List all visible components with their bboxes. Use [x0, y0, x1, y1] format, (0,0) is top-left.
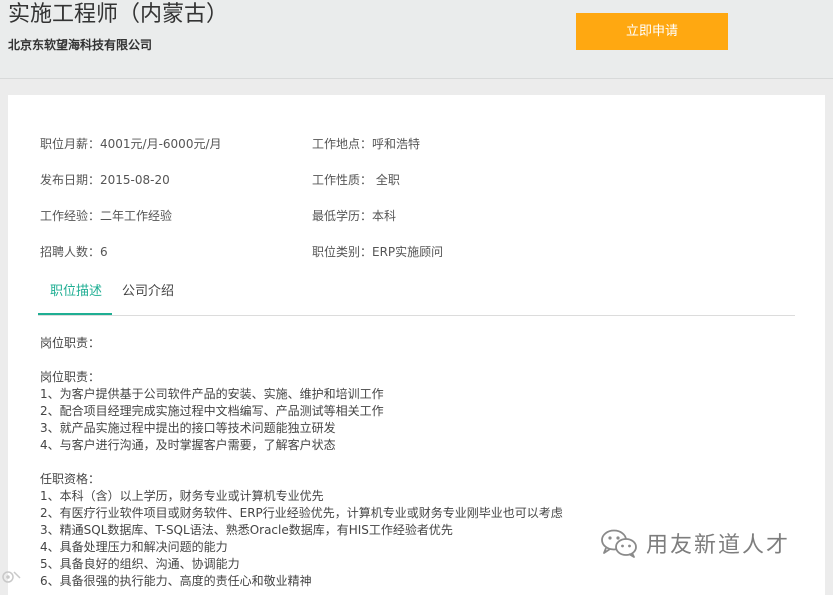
- corner-logo-icon: [2, 571, 21, 583]
- job-type-info: 工作性质： 全职: [312, 173, 400, 187]
- active-tab-indicator: [38, 313, 112, 315]
- location-info: 工作地点：呼和浩特: [312, 137, 421, 151]
- company-name[interactable]: 北京东软望海科技有限公司: [8, 37, 152, 53]
- salary-info: 职位月薪：4001元/月-6000元/月: [40, 137, 222, 151]
- publish-date-info: 发布日期：2015-08-20: [40, 173, 170, 187]
- watermark-text: 用友新道人才: [646, 533, 791, 558]
- job-title: 实施工程师（内蒙古）: [8, 2, 229, 27]
- headcount-info: 招聘人数：6: [40, 245, 108, 259]
- tab-job-description[interactable]: 职位描述: [50, 283, 102, 301]
- category-info[interactable]: 职位类别：ERP实施顾问: [312, 244, 443, 260]
- tab-company-intro[interactable]: 公司介绍: [122, 283, 174, 301]
- list-item: 3、精通SQL数据库、T-SQL语法、熟悉Oracle数据库，有HIS工作经验者…: [40, 523, 453, 537]
- list-item: 2、有医疗行业软件项目或财务软件、ERP行业经验优先，计算机专业或财务专业刚毕业…: [40, 506, 563, 520]
- watermark: 用友新道人才: [600, 525, 790, 561]
- experience-info: 工作经验：二年工作经验: [40, 209, 173, 223]
- job-detail-card: 职位月薪：4001元/月-6000元/月 工作地点：呼和浩特 发布日期：2015…: [8, 95, 825, 595]
- apply-button[interactable]: 立即申请: [576, 13, 728, 50]
- duties-title: 岗位职责：: [40, 370, 101, 384]
- detail-tabs: 职位描述 公司介绍: [38, 275, 795, 316]
- job-description: 岗位职责： 岗位职责： 1、为客户提供基于公司软件产品的安装、实施、维护和培训工…: [40, 335, 563, 590]
- requirements-title: 任职资格：: [40, 472, 101, 486]
- list-item: 1、为客户提供基于公司软件产品的安装、实施、维护和培训工作: [40, 387, 384, 401]
- education-info: 最低学历：本科: [312, 209, 397, 223]
- list-item: 5、具备良好的组织、沟通、协调能力: [40, 557, 240, 571]
- list-item: 4、与客户进行沟通，及时掌握客户需要，了解客户状态: [40, 438, 336, 452]
- list-item: 6、具备很强的执行能力、高度的责任心和敬业精神: [40, 574, 312, 588]
- job-header: 实施工程师（内蒙古） 北京东软望海科技有限公司 立即申请: [0, 0, 833, 79]
- list-item: 3、就产品实施过程中提出的接口等技术问题能独立研发: [40, 421, 336, 435]
- list-item: 2、配合项目经理完成实施过程中文档编写、产品测试等相关工作: [40, 404, 384, 418]
- wechat-icon: [601, 529, 637, 558]
- description-heading: 岗位职责：: [40, 336, 101, 350]
- list-item: 4、具备处理压力和解决问题的能力: [40, 540, 228, 554]
- list-item: 1、本科（含）以上学历，财务专业或计算机专业优先: [40, 489, 324, 503]
